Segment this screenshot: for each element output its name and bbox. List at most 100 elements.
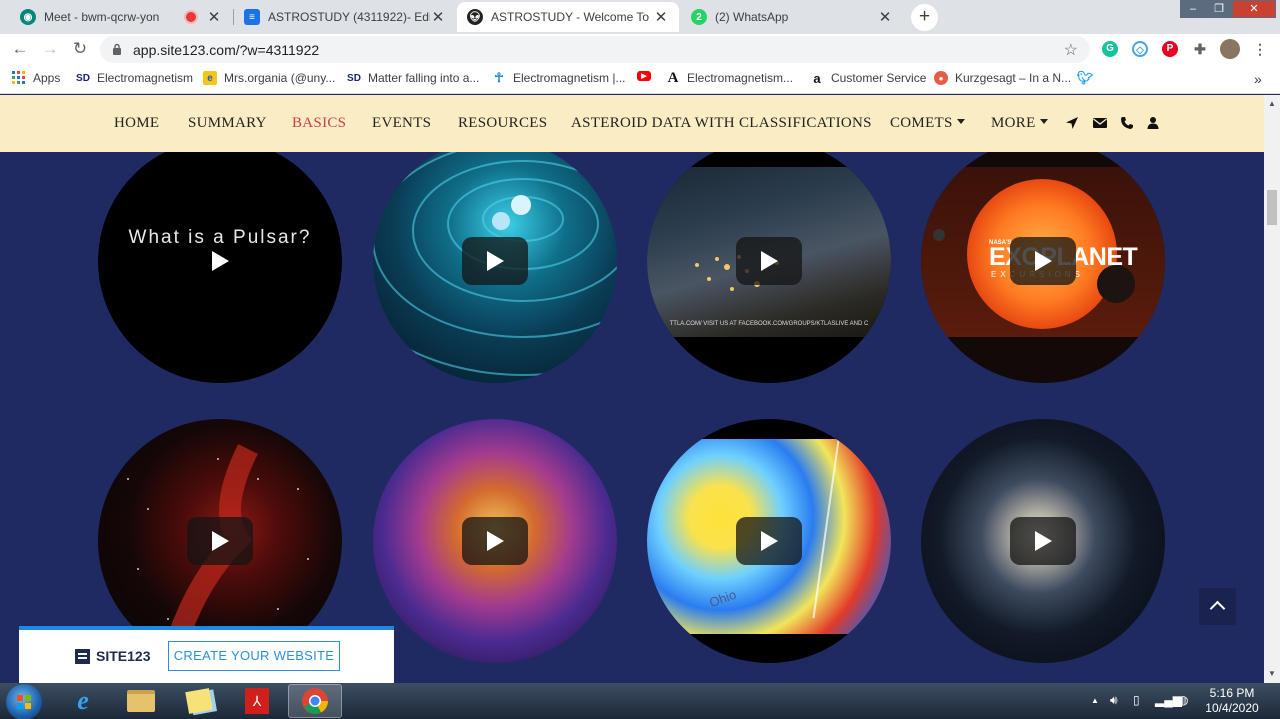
page-scrollbar[interactable]: ▲ ▼ [1264, 95, 1280, 683]
new-tab-button[interactable]: + [911, 4, 938, 31]
play-button[interactable] [1010, 517, 1076, 565]
bookmark-electromagnetism-a[interactable]: A Electromagnetism... [666, 70, 794, 86]
tab-whatsapp[interactable]: 2 (2) WhatsApp ✕ [681, 2, 903, 32]
bookmark-electromagnetism-person[interactable]: ☥ Electromagnetism |... [492, 70, 626, 85]
phone-icon[interactable] [1120, 116, 1134, 130]
bookmark-label: Kurzgesagt – In a N... [955, 71, 1072, 85]
acrobat-icon[interactable]: ⅄ [230, 684, 284, 718]
video-thumbnail-pulsar[interactable]: What is a Pulsar? [98, 152, 342, 383]
scroll-down-arrow-icon[interactable]: ▼ [1268, 669, 1276, 678]
volume-icon[interactable]: 🔊︎ [1110, 693, 1118, 708]
scrollbar-thumb[interactable] [1267, 190, 1277, 225]
video-thumbnail-gravitational-waves[interactable] [373, 152, 617, 383]
extensions-puzzle-icon[interactable]: ✚ [1192, 41, 1208, 57]
nav-more-label: MORE [991, 115, 1036, 131]
person-icon: ☥ [494, 70, 504, 85]
nav-summary[interactable]: SUMMARY [188, 115, 267, 132]
nav-events[interactable]: EVENTS [372, 115, 431, 132]
youtube-icon: ▶ [637, 71, 651, 81]
bookmark-twitter[interactable]: 🐦︎ [1077, 70, 1099, 85]
video-thumbnail-earth-at-night[interactable]: TTLA.COM/ VISIT US AT FACEBOOK.COM/GROUP… [647, 152, 891, 383]
play-button[interactable] [187, 517, 253, 565]
browser-toolbar: ← → ↻ app.site123.com/?w=4311922 ☆ G ◇ P… [0, 34, 1280, 64]
tab-title: (2) WhatsApp [715, 10, 789, 24]
tray-overflow-icon[interactable]: ▲ [1091, 696, 1099, 705]
chrome-menu-icon[interactable]: ⋮ [1252, 41, 1268, 57]
scroll-up-arrow-icon[interactable]: ▲ [1268, 99, 1276, 108]
tab-meet[interactable]: ◉ Meet - bwm-qcrw-yon ✕ [10, 2, 232, 32]
avatar[interactable] [1220, 39, 1240, 59]
tab-title: Meet - bwm-qcrw-yon [44, 10, 160, 24]
play-button[interactable] [187, 237, 253, 285]
bookmark-label: Customer Service [831, 71, 927, 85]
chrome-icon[interactable] [288, 684, 342, 718]
file-explorer-icon[interactable] [114, 684, 168, 718]
bookmark-label: Electromagnetism... [687, 71, 794, 85]
address-bar[interactable]: app.site123.com/?w=4311922 ☆ [100, 36, 1090, 63]
bookmark-kurzgesagt[interactable]: ● Kurzgesagt – In a N... [934, 71, 1071, 85]
pinterest-icon[interactable]: P [1162, 41, 1178, 57]
tab-editor[interactable]: ≡ ASTROSTUDY (4311922)- Editor ✕ [234, 2, 456, 32]
clock-date: 10/4/2020 [1205, 701, 1259, 715]
bookmarks-overflow[interactable]: » [1254, 71, 1262, 87]
close-tab-icon[interactable]: ✕ [877, 8, 893, 26]
tab-astrostudy[interactable]: 👽︎ ASTROSTUDY - Welcome To ✕ [457, 2, 679, 32]
extension-icon[interactable]: ◇ [1132, 41, 1148, 57]
sticky-notes-icon[interactable] [172, 684, 226, 718]
reload-icon[interactable]: ↻ [70, 39, 90, 59]
windows-taskbar: e ⅄ ▲ 🔊︎ ▯ ▂▄▆ ◍ 5:16 PM 10/4/2020 [0, 683, 1280, 719]
video-caption: TTLA.COM/ VISIT US AT FACEBOOK.COM/GROUP… [669, 321, 869, 327]
amazon-icon: a [813, 70, 821, 86]
patreon-icon: ● [934, 71, 948, 85]
nav-resources[interactable]: RESOURCES [458, 115, 547, 132]
play-button[interactable] [736, 237, 802, 285]
location-arrow-icon[interactable] [1065, 116, 1079, 130]
grammarly-icon[interactable]: G [1102, 41, 1118, 57]
forward-arrow-icon[interactable]: → [40, 39, 60, 59]
internet-explorer-icon[interactable]: e [56, 684, 110, 718]
user-icon[interactable] [1146, 116, 1160, 130]
close-tab-icon[interactable]: ✕ [653, 8, 669, 26]
envelope-icon[interactable] [1093, 116, 1107, 130]
video-thumbnail-supernova-remnant[interactable] [373, 419, 617, 663]
close-tab-icon[interactable]: ✕ [206, 8, 222, 26]
scroll-to-top-button[interactable] [1199, 588, 1236, 625]
whatsapp-icon: 2 [691, 9, 707, 25]
play-button[interactable] [462, 517, 528, 565]
play-button[interactable] [462, 237, 528, 285]
bookmark-electromagnetism-sd[interactable]: SD Electromagnetism [76, 71, 193, 85]
bookmark-youtube[interactable]: ▶ [637, 71, 658, 81]
close-window-icon[interactable]: ✕ [1232, 0, 1276, 18]
nav-comets[interactable]: COMETS [890, 115, 965, 132]
clock-time: 5:16 PM [1209, 686, 1255, 700]
power-icon[interactable]: ▯ [1133, 693, 1140, 707]
maximize-icon[interactable]: ❐ [1206, 0, 1232, 18]
bookmark-star-icon[interactable]: ☆ [1064, 40, 1078, 60]
video-thumbnail-exoplanet[interactable]: NASA'S EXOPLANET EXCURSIONS [921, 152, 1165, 383]
bookmark-apps[interactable]: Apps [12, 71, 60, 85]
minimize-icon[interactable]: – [1180, 0, 1206, 18]
bookmark-edmodo[interactable]: e Mrs.organia (@uny... [203, 71, 335, 85]
site123-logo[interactable]: SITE123 [75, 648, 150, 664]
bookmark-matter-falling[interactable]: SD Matter falling into a... [347, 71, 479, 85]
google-meet-icon: ◉ [20, 9, 36, 25]
nav-more[interactable]: MORE [991, 115, 1048, 132]
network-icon[interactable]: ◍ [1178, 693, 1188, 707]
back-arrow-icon[interactable]: ← [10, 39, 30, 59]
video-thumbnail-spiral-galaxy[interactable] [921, 419, 1165, 663]
nav-home[interactable]: HOME [114, 115, 159, 132]
play-button[interactable] [736, 517, 802, 565]
bookmark-label: Electromagnetism |... [513, 71, 626, 85]
play-button[interactable] [1010, 237, 1076, 285]
create-website-button[interactable]: CREATE YOUR WEBSITE [168, 641, 340, 671]
system-clock[interactable]: 5:16 PM 10/4/2020 [1200, 686, 1264, 716]
nav-asteroid-data[interactable]: ASTEROID DATA WITH CLASSIFICATIONS [571, 115, 872, 132]
bookmark-customer-service[interactable]: a Customer Service [810, 70, 927, 86]
video-thumbnail-heat-map-globe[interactable]: Ohio [647, 419, 891, 663]
window-controls: – ❐ ✕ [1180, 0, 1276, 18]
nav-basics[interactable]: BASICS [292, 115, 346, 132]
start-button[interactable] [6, 684, 42, 719]
sd-icon: SD [347, 72, 361, 84]
url-text: app.site123.com/?w=4311922 [133, 42, 320, 58]
close-tab-icon[interactable]: ✕ [430, 8, 446, 26]
